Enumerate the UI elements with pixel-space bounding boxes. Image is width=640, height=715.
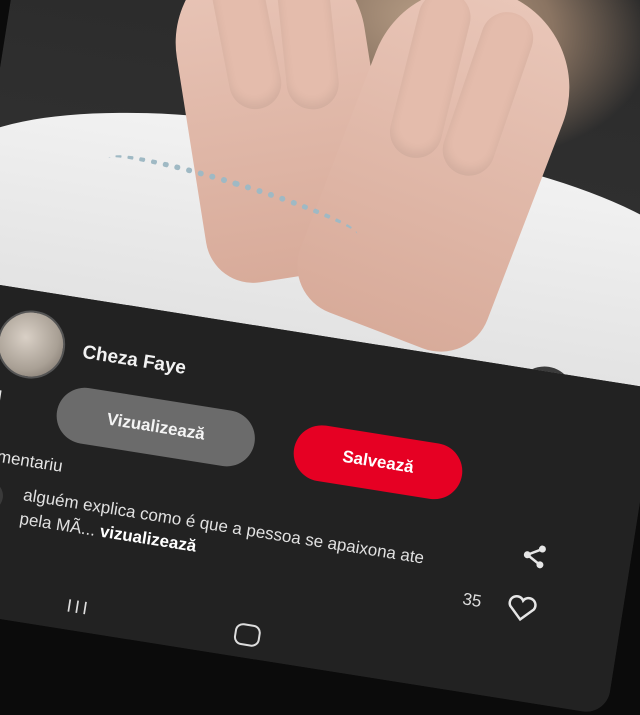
comments-label: comentariu — [0, 443, 65, 476]
phone-screen: 75 Cheza Faye Vizua — [0, 0, 640, 715]
avatar[interactable] — [0, 305, 71, 384]
comment-like-button[interactable] — [504, 593, 538, 628]
home-icon[interactable] — [232, 622, 262, 648]
heart-icon — [508, 595, 537, 622]
comment-text: alguém explica como é que a pessoa se ap… — [18, 483, 460, 599]
author-name[interactable]: Cheza Faye — [81, 342, 188, 380]
comment-reaction-button[interactable] — [0, 382, 4, 422]
comment-like-count: 35 — [461, 589, 483, 612]
author-row[interactable]: Cheza Faye — [0, 305, 191, 403]
share-icon — [523, 545, 546, 569]
save-button[interactable]: Salvează — [289, 421, 467, 504]
share-button[interactable] — [517, 540, 550, 577]
recent-apps-button[interactable]: III — [65, 595, 92, 619]
comment-body: alguém explica como é que a pessoa se ap… — [18, 485, 426, 568]
heart-comment-icon — [0, 385, 2, 411]
comment-avatar[interactable]: M — [0, 478, 6, 513]
system-nav-bar: III — [0, 566, 613, 715]
